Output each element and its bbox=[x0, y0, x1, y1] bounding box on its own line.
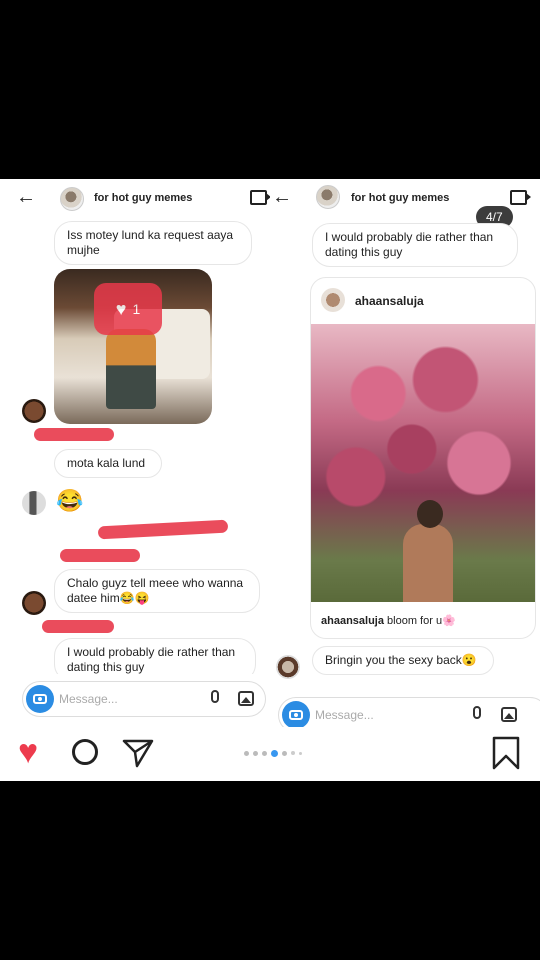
carousel-dot bbox=[262, 750, 267, 756]
like-count: 1 bbox=[132, 301, 141, 317]
sender-avatar[interactable] bbox=[276, 655, 300, 679]
redaction-mark bbox=[42, 620, 114, 633]
back-arrow-icon[interactable]: ← bbox=[272, 187, 292, 207]
carousel-dot bbox=[299, 751, 302, 755]
send-icon[interactable] bbox=[122, 738, 154, 768]
message-bubble: I would probably die rather than dating … bbox=[312, 223, 518, 267]
message-bubble: mota kala lund bbox=[54, 449, 162, 478]
like-notification: ♥ 1 bbox=[94, 283, 162, 335]
group-avatar[interactable] bbox=[60, 187, 84, 211]
post-caption: ahaansaluja bloom for u🌸 bbox=[321, 614, 456, 627]
caption-text: bloom for u🌸 bbox=[383, 615, 456, 627]
video-call-icon[interactable] bbox=[250, 190, 270, 205]
message-bubble: I would probably die rather than dating … bbox=[54, 638, 256, 674]
bookmark-icon[interactable] bbox=[492, 736, 520, 770]
video-call-icon[interactable] bbox=[510, 190, 531, 205]
message-input-bar[interactable]: Message... bbox=[22, 681, 266, 717]
sender-avatar[interactable] bbox=[22, 491, 46, 515]
carousel-dot bbox=[291, 751, 295, 755]
screenshot-frame: ← for hot guy memes Iss motey lund ka re… bbox=[0, 179, 540, 781]
heart-icon: ♥ bbox=[115, 298, 127, 319]
person-head-shape bbox=[417, 500, 443, 528]
emoji-message: 😂 bbox=[56, 488, 84, 513]
post-author-avatar[interactable] bbox=[321, 288, 345, 312]
carousel-dot bbox=[244, 750, 249, 756]
shared-photo[interactable]: ♥ 1 bbox=[54, 269, 212, 424]
microphone-icon[interactable] bbox=[473, 706, 481, 719]
post-action-bar: ♥ bbox=[0, 727, 540, 781]
message-bubble: Bringin you the sexy back😮 bbox=[312, 646, 494, 675]
redaction-mark bbox=[34, 428, 114, 441]
carousel-dot bbox=[253, 750, 258, 756]
group-avatar[interactable] bbox=[316, 185, 340, 209]
message-bubble: Iss motey lund ka request aaya mujhe bbox=[54, 221, 252, 265]
redaction-mark bbox=[97, 519, 229, 540]
right-chat-panel: ← for hot guy memes 4/7 I would probably… bbox=[270, 179, 540, 781]
left-chat-panel: ← for hot guy memes Iss motey lund ka re… bbox=[0, 179, 270, 781]
microphone-icon[interactable] bbox=[211, 690, 219, 703]
message-input[interactable]: Message... bbox=[59, 692, 118, 706]
message-bubble: Chalo guyz tell meee who wanna datee him… bbox=[54, 569, 260, 613]
camera-icon[interactable] bbox=[26, 685, 54, 713]
comment-icon[interactable] bbox=[72, 739, 98, 765]
sender-avatar[interactable] bbox=[22, 399, 46, 423]
chat-title[interactable]: for hot guy memes bbox=[351, 192, 449, 204]
post-image[interactable] bbox=[311, 324, 535, 602]
back-arrow-icon[interactable]: ← bbox=[16, 187, 36, 207]
gallery-icon[interactable] bbox=[501, 707, 517, 722]
shared-post-card[interactable]: ahaansaluja ahaansaluja bloom for u🌸 bbox=[310, 277, 536, 639]
sender-avatar[interactable] bbox=[22, 591, 46, 615]
carousel-indicator bbox=[244, 749, 302, 757]
carousel-dot-active bbox=[271, 749, 278, 757]
person-back-shape bbox=[403, 524, 453, 602]
message-input[interactable]: Message... bbox=[315, 708, 374, 722]
person-shape bbox=[106, 329, 156, 409]
redaction-mark bbox=[60, 549, 140, 562]
caption-username[interactable]: ahaansaluja bbox=[321, 615, 384, 627]
heart-icon[interactable]: ♥ bbox=[18, 735, 38, 769]
carousel-dot bbox=[282, 750, 287, 756]
post-username[interactable]: ahaansaluja bbox=[355, 294, 424, 308]
message-bubble-clipped: I would probably die rather than dating … bbox=[54, 638, 256, 674]
camera-icon[interactable] bbox=[282, 701, 310, 729]
chat-header: ← for hot guy memes bbox=[0, 179, 270, 219]
gallery-icon[interactable] bbox=[238, 691, 254, 706]
chat-title[interactable]: for hot guy memes bbox=[94, 192, 192, 204]
